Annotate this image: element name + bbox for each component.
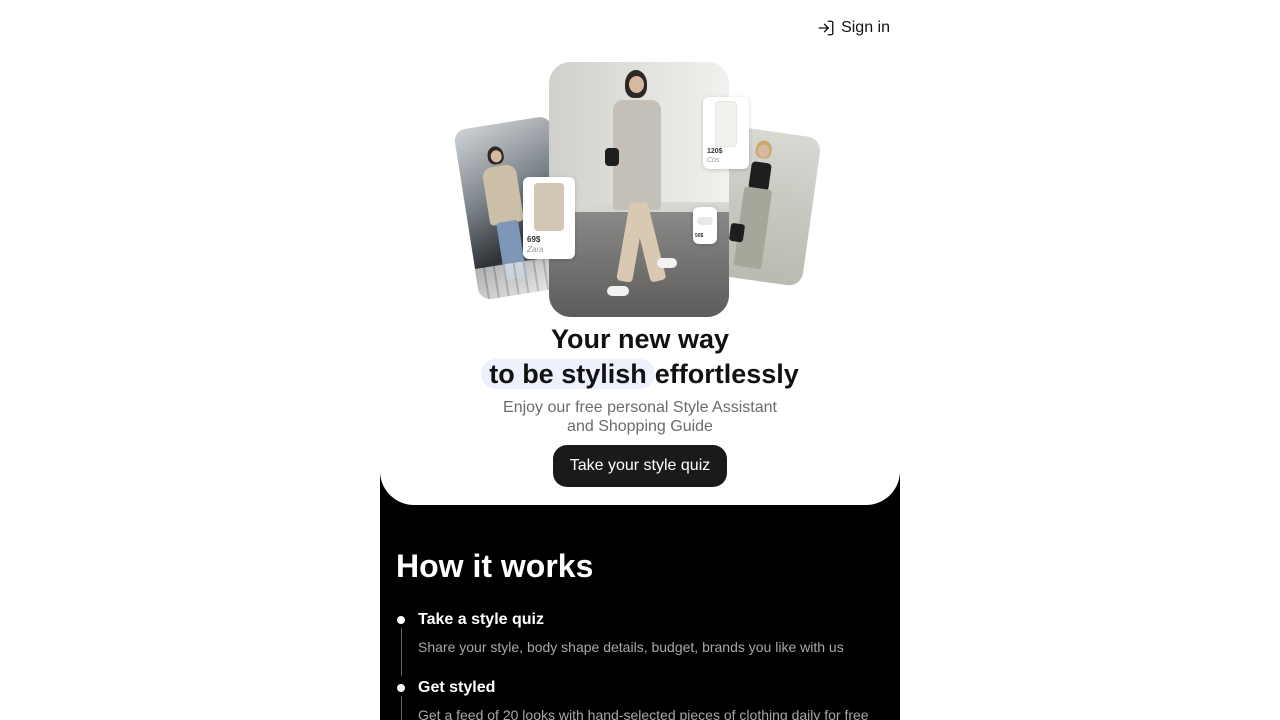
steps-list: Take a style quiz Share your style, body… — [396, 606, 886, 720]
step-item: Take a style quiz Share your style, body… — [396, 606, 886, 676]
step-dot — [397, 684, 405, 692]
step-description: Share your style, body shape details, bu… — [418, 639, 844, 655]
product-price: 69$ — [527, 235, 541, 244]
step-title: Take a style quiz — [418, 611, 544, 628]
hero-section: Sign in 69$ Zara 120$ Cos 50$ Your new w… — [380, 0, 900, 505]
headline-line-1: Your new way — [550, 324, 730, 354]
headline-rest: effortlessly — [654, 359, 799, 389]
step-description: Get a feed of 20 looks with hand-selecte… — [418, 707, 869, 720]
step-connector — [400, 628, 402, 676]
product-price: 120$ — [707, 148, 723, 155]
headline-highlight: to be stylish — [481, 359, 655, 389]
sign-in-label: Sign in — [841, 19, 890, 36]
headline-line-2: to be stylish effortlessly — [380, 357, 900, 392]
product-brand: Cos — [707, 157, 720, 164]
hero-subtitle: Enjoy our free personal Style Assistant … — [380, 398, 900, 436]
hero-headline: Your new way to be stylish effortlessly — [380, 322, 900, 392]
product-brand: Zara — [527, 245, 544, 254]
product-card-cos[interactable]: 120$ Cos — [703, 97, 749, 169]
step-item: Get styled Get a feed of 20 looks with h… — [396, 674, 886, 720]
subtitle-line-2: and Shopping Guide — [567, 418, 713, 435]
shoe-image — [697, 217, 713, 225]
dress-image — [715, 101, 737, 147]
sign-in-link[interactable]: Sign in — [817, 17, 890, 39]
outfit-photo-main — [549, 62, 729, 317]
step-connector — [400, 696, 402, 720]
sign-in-icon — [818, 20, 834, 36]
how-it-works-title: How it works — [396, 548, 594, 584]
product-card-zara[interactable]: 69$ Zara — [523, 177, 575, 259]
subtitle-line-1: Enjoy our free personal Style Assistant — [503, 399, 777, 416]
step-dot — [397, 616, 405, 624]
style-quiz-button[interactable]: Take your style quiz — [553, 445, 727, 487]
page: Sign in 69$ Zara 120$ Cos 50$ Your new w… — [380, 0, 900, 720]
step-title: Get styled — [418, 679, 496, 696]
product-card-shoes[interactable]: 50$ — [693, 207, 717, 244]
product-price: 50$ — [695, 233, 704, 239]
jacket-image — [534, 183, 564, 231]
